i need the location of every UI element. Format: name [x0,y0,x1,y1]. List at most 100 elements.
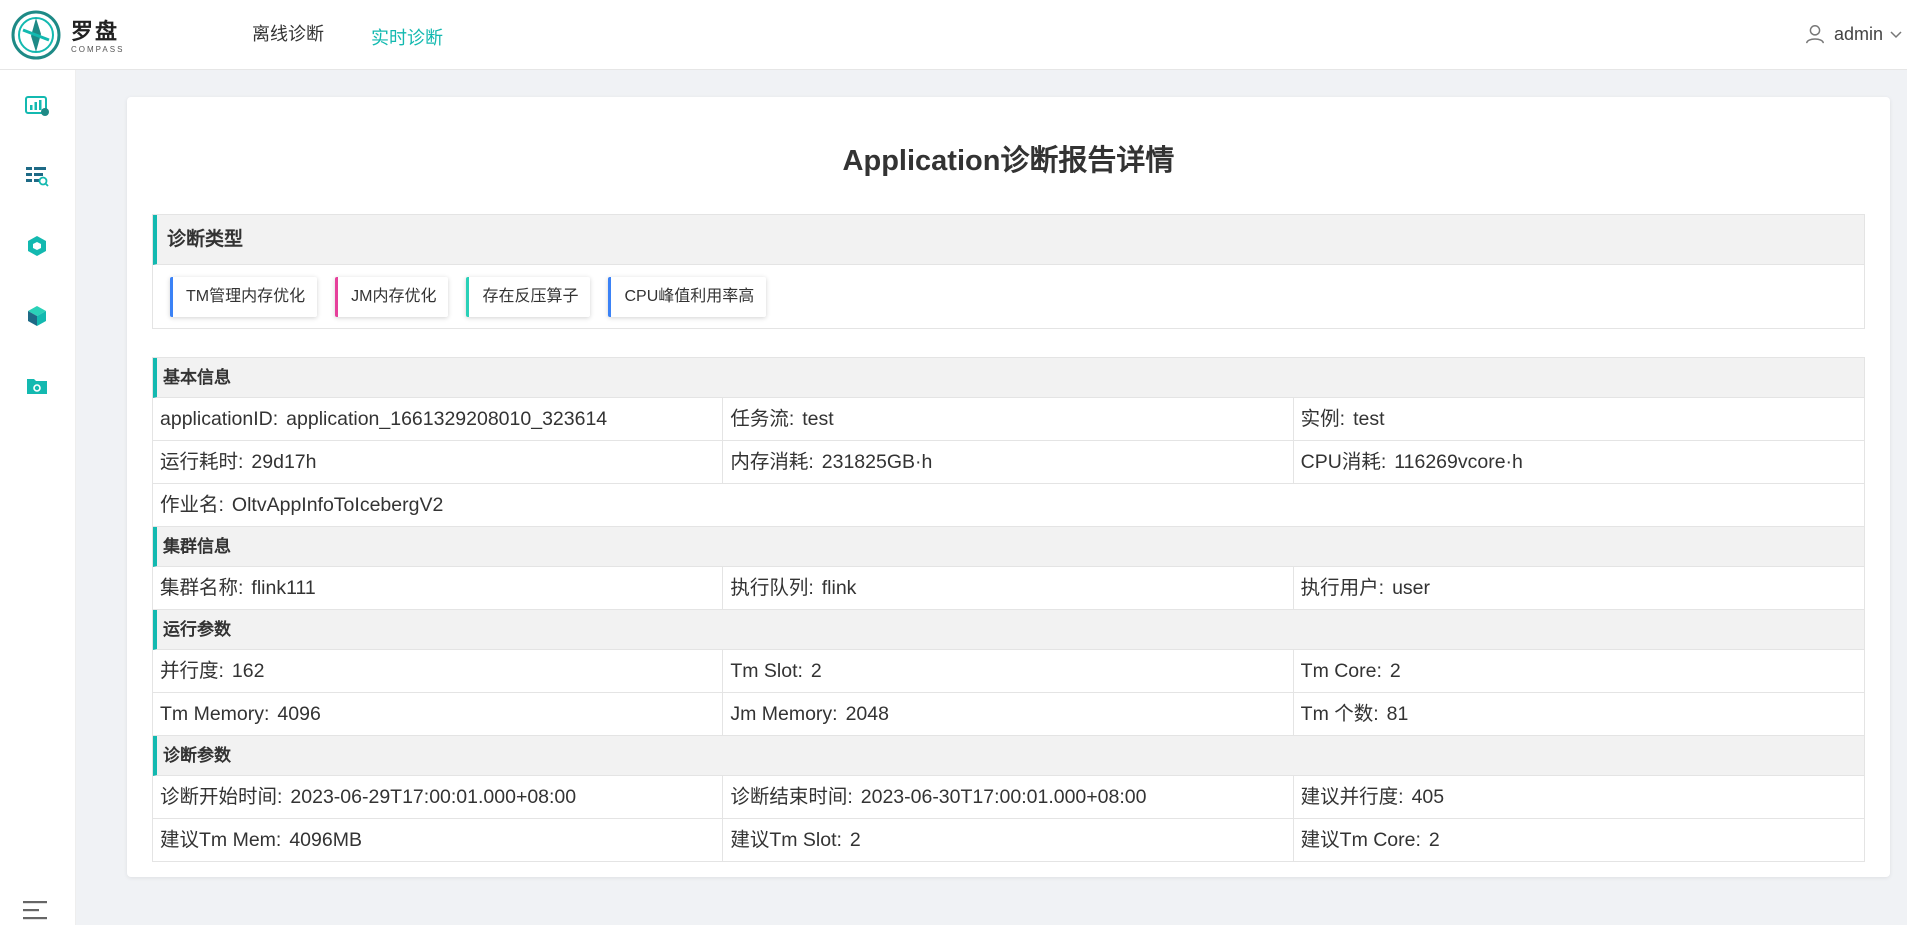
field-value: application_1661329208010_323614 [286,408,608,430]
info-cell: 诊断开始时间: 2023-06-29T17:00:01.000+08:00 [153,776,724,818]
info-cell: 建议并行度: 405 [1294,776,1864,818]
field-value: 29d17h [251,451,317,473]
field-value: OltvAppInfoToIcebergV2 [231,494,444,516]
field-label: Tm Core: [1300,660,1382,682]
field-label: applicationID: [160,408,279,430]
field-label: 任务流: [730,408,795,430]
info-cell: Jm Memory: 2048 [723,693,1294,735]
field-value: 162 [231,660,265,682]
info-cell: 建议Tm Mem: 4096MB [153,819,724,861]
user-icon [1805,25,1824,44]
field-value: 2 [1389,660,1401,682]
info-cell: 任务流: test [723,398,1294,440]
field-label: 诊断结束时间: [730,786,853,808]
field-value: 2 [1428,829,1440,851]
info-cell: 建议Tm Core: 2 [1294,819,1864,861]
page-title: Application诊断报告详情 [842,145,1175,177]
field-value: 2048 [845,703,889,725]
info-cell: Tm 个数: 81 [1294,693,1864,735]
field-value: 2 [810,660,822,682]
field-value: flink [821,577,857,599]
table-row: 运行耗时: 29d17h 内存消耗: 231825GB·h CPU消耗: 116269… [153,441,1864,484]
info-cell: applicationID: application_1661329208010_… [153,398,724,440]
field-label: Tm 个数: [1300,703,1379,725]
info-cell: Tm Memory: 4096 [153,693,724,735]
brand-subtitle: COMPASS [71,45,125,54]
info-cell: 作业名: OltvAppInfoToIcebergV2 [153,484,1864,526]
field-value: 2023-06-29T17:00:01.000+08:00 [290,786,577,808]
table-row: 作业名: OltvAppInfoToIcebergV2 [153,484,1864,527]
field-label: Tm Slot: [730,660,803,682]
info-cell: Tm Slot: 2 [723,650,1294,692]
table-row: 并行度: 162 Tm Slot: 2 Tm Core: 2 [153,650,1864,693]
field-value: 231825GB·h [821,451,933,473]
compass-logo-icon[interactable] [11,10,61,60]
field-value: 2023-06-30T17:00:01.000+08:00 [860,786,1147,808]
report-card: Application诊断报告详情 诊断类型 TM管理内存优化 JM内存优化 存… [127,97,1890,877]
field-value: 116269vcore·h [1394,451,1523,473]
field-label: Tm Memory: [160,703,270,725]
field-label: 执行队列: [730,577,814,599]
diagnosis-tag[interactable]: CPU峰值利用率高 [608,277,767,317]
table-row: 建议Tm Mem: 4096MB 建议Tm Slot: 2 建议Tm Core: 2 [153,819,1864,862]
top-header: 罗盘 COMPASS 离线诊断 实时诊断 admin [0,0,1907,70]
diagnosis-tag[interactable]: 存在反压算子 [466,277,591,317]
cube-icon[interactable] [24,303,50,329]
field-label: 实例: [1300,408,1346,430]
field-value: 405 [1411,786,1445,808]
table-row: 集群名称: flink111 执行队列: flink 执行用户: user [153,567,1864,610]
hexagon-icon[interactable] [24,233,50,259]
list-search-icon[interactable] [24,163,50,189]
dashboard-icon[interactable] [24,93,50,119]
brand-name: 罗盘 [71,19,120,44]
field-value: 4096 [277,703,321,725]
field-value: 4096MB [289,829,362,851]
diagnosis-type-section: 诊断类型 TM管理内存优化 JM内存优化 存在反压算子 CPU峰值利用率高 [152,214,1865,329]
field-label: 集群名称: [160,577,244,599]
field-value: 81 [1386,703,1409,725]
info-cell: 集群名称: flink111 [153,567,724,609]
info-cell: CPU消耗: 116269vcore·h [1294,441,1864,483]
sidebar [0,70,76,925]
field-label: 建议Tm Slot: [730,829,842,851]
runtime-params-heading: 运行参数 [153,610,1864,650]
nav-realtime-diagnosis[interactable]: 实时诊断 [371,24,443,50]
info-cell: Tm Core: 2 [1294,650,1864,692]
info-cell: 内存消耗: 231825GB·h [723,441,1294,483]
cluster-info-heading: 集群信息 [153,527,1864,567]
user-name: admin [1833,23,1883,44]
diagnosis-params-heading: 诊断参数 [153,736,1864,776]
field-value: test [1353,408,1385,430]
folder-icon[interactable] [24,373,50,399]
table-row: Tm Memory: 4096 Jm Memory: 2048 Tm 个数: 81 [153,693,1864,736]
info-cell: 建议Tm Slot: 2 [723,819,1294,861]
field-value: flink111 [251,577,316,599]
info-table: 基本信息 applicationID: application_166132920… [152,357,1865,862]
table-row: applicationID: application_1661329208010_… [153,398,1864,441]
info-cell: 并行度: 162 [153,650,724,692]
info-cell: 运行耗时: 29d17h [153,441,724,483]
field-value: test [802,408,834,430]
table-row: 诊断开始时间: 2023-06-29T17:00:01.000+08:00 诊断结… [153,776,1864,819]
info-cell: 诊断结束时间: 2023-06-30T17:00:01.000+08:00 [723,776,1294,818]
diagnosis-tag[interactable]: JM内存优化 [335,277,449,317]
field-label: 建议并行度: [1300,786,1404,808]
chevron-down-icon [1890,31,1902,39]
nav-offline-diagnosis[interactable]: 离线诊断 [252,20,324,46]
info-cell: 实例: test [1294,398,1864,440]
menu-collapse-icon[interactable] [22,899,48,921]
field-label: 作业名: [160,494,224,516]
diagnosis-type-heading: 诊断类型 [153,215,1864,265]
field-value: user [1392,577,1431,599]
user-menu[interactable]: admin [1804,22,1907,46]
info-cell: 执行队列: flink [723,567,1294,609]
field-value: 2 [849,829,861,851]
field-label: CPU消耗: [1300,451,1387,473]
field-label: 建议Tm Mem: [160,829,282,851]
field-label: 并行度: [160,660,224,682]
diagnosis-tag[interactable]: TM管理内存优化 [170,277,318,317]
field-label: Jm Memory: [730,703,838,725]
info-cell: 执行用户: user [1294,567,1864,609]
diagnosis-tags: TM管理内存优化 JM内存优化 存在反压算子 CPU峰值利用率高 [153,265,1864,317]
field-label: 执行用户: [1300,577,1385,599]
